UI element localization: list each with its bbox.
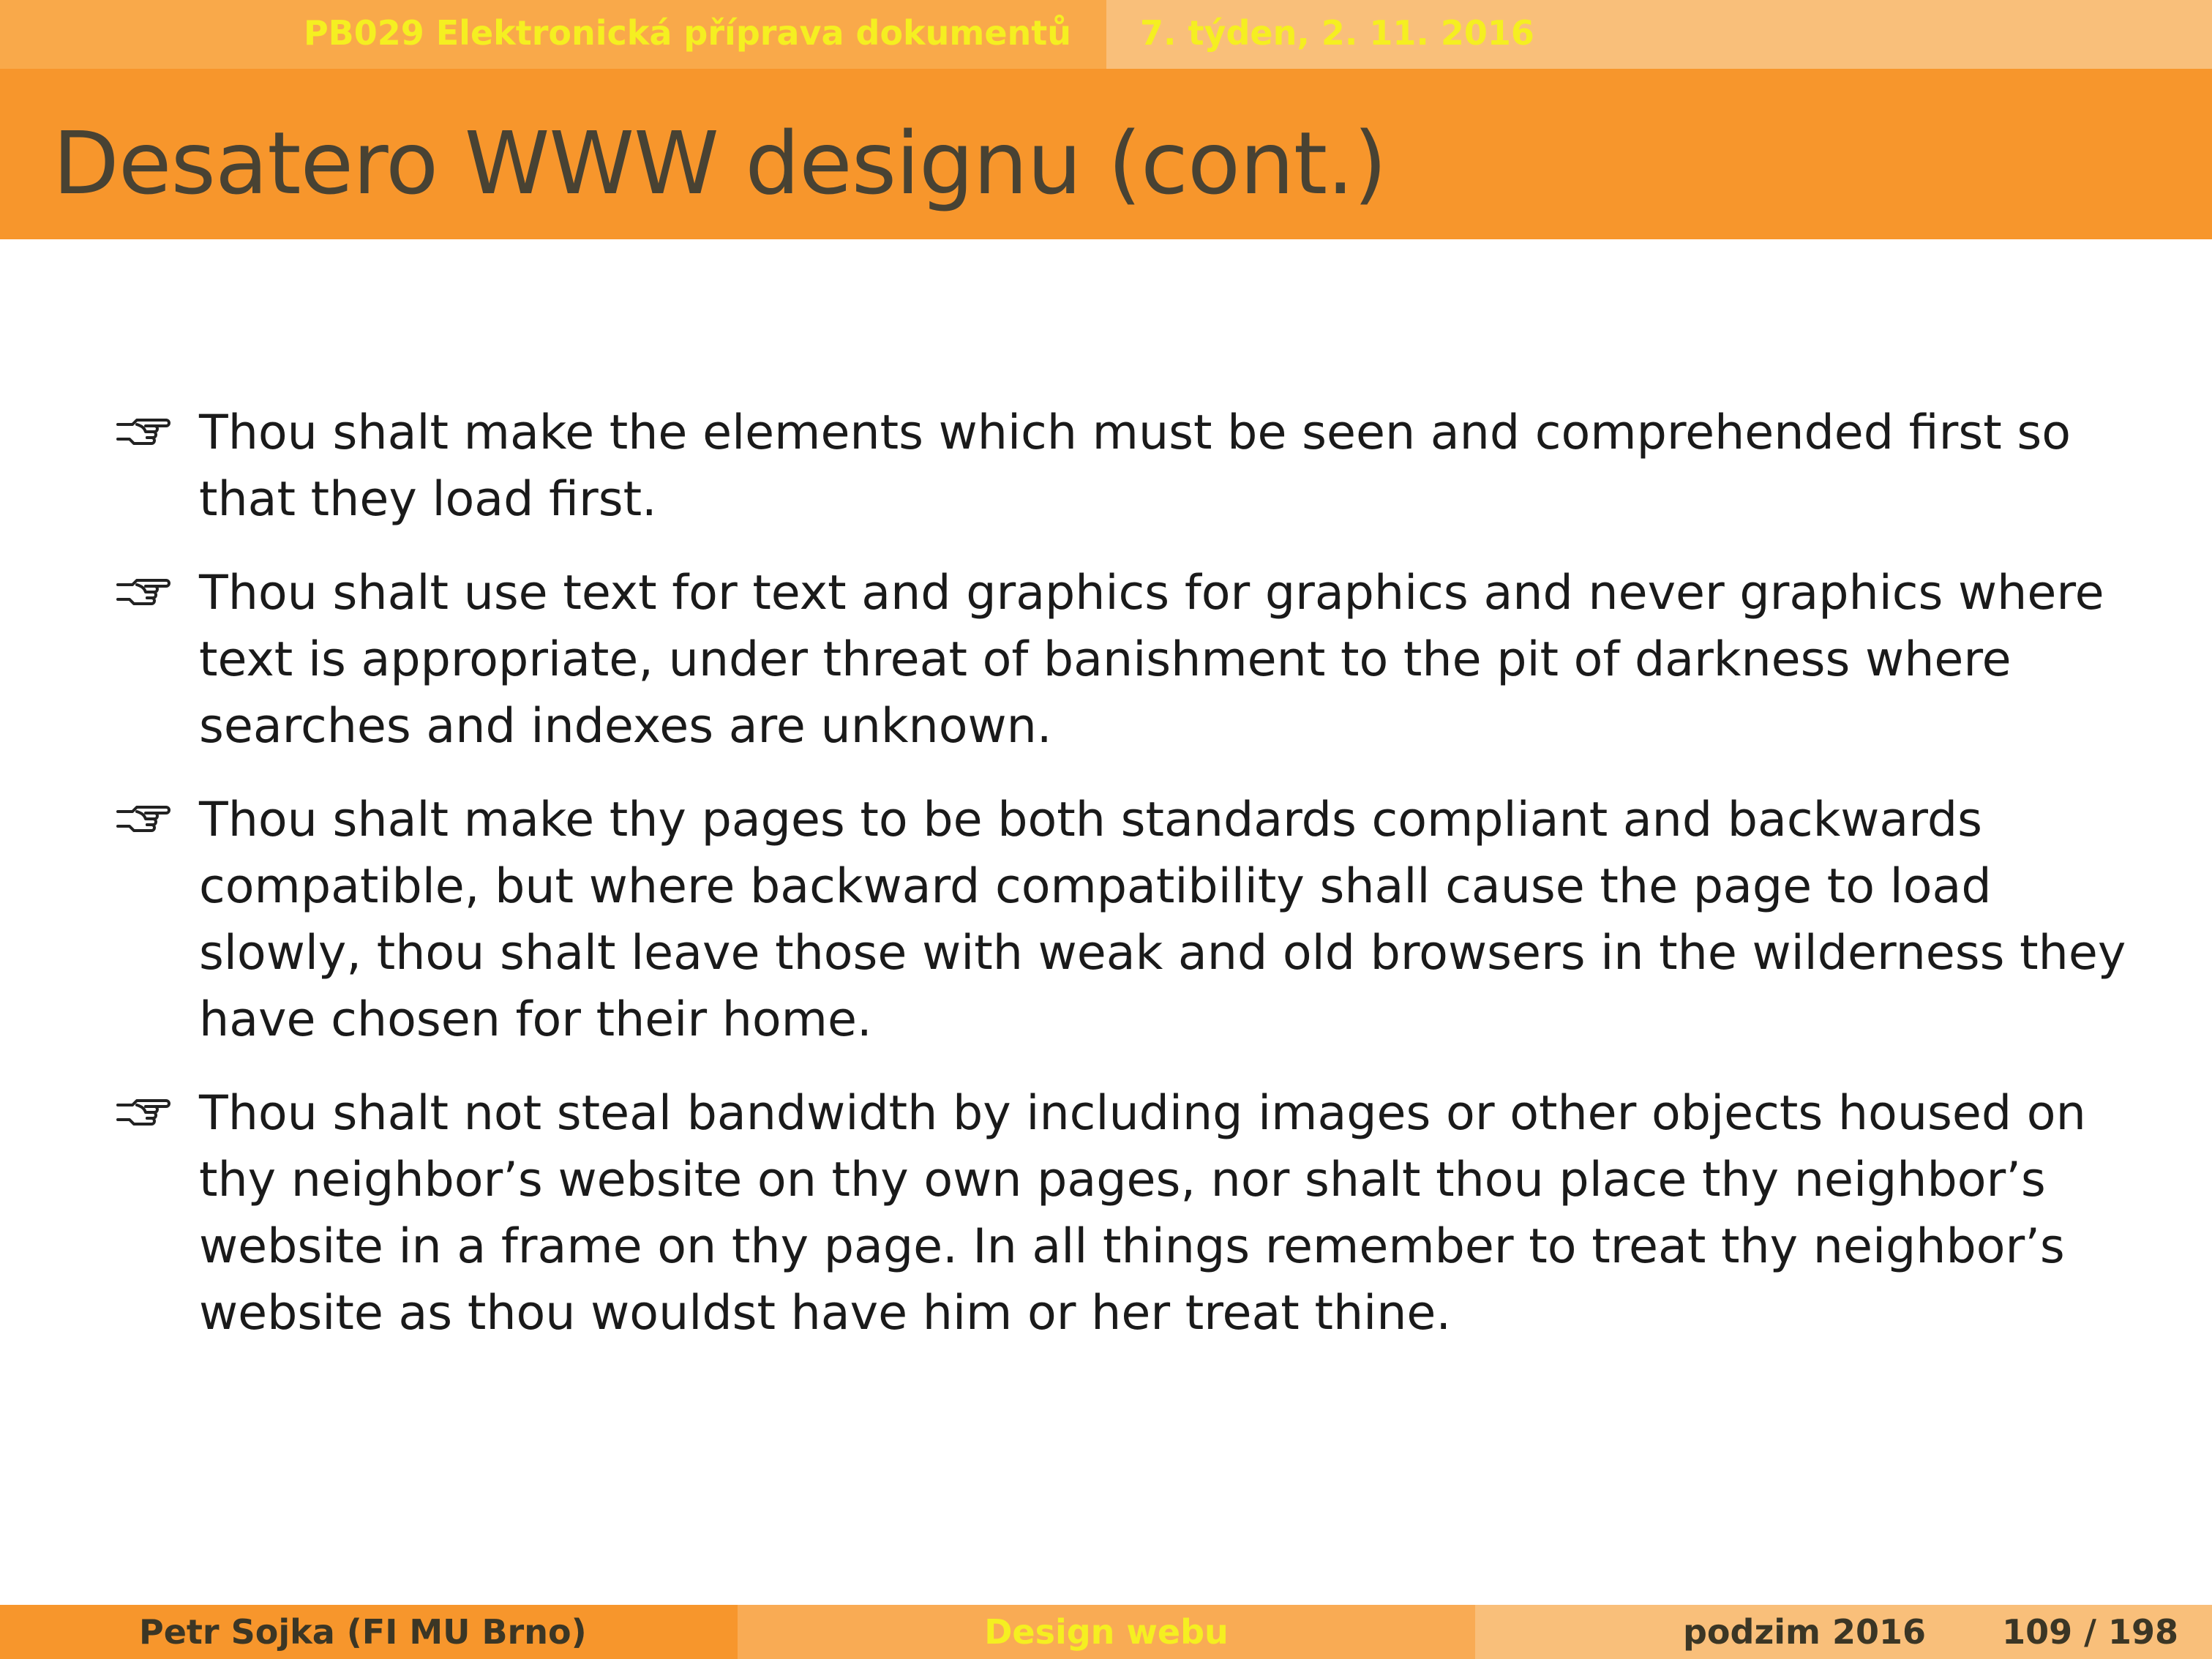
footer: Petr Sojka (FI MU Brno) Design webu podz… — [0, 1605, 2212, 1659]
list-item-text: Thou shalt use text for text and graphic… — [199, 566, 2104, 754]
bullet-list: Thou shalt make the elements which must … — [113, 400, 2148, 1374]
footer-section-block: Design webu — [738, 1605, 1475, 1659]
slide: PB029 Elektronická příprava dokumentů 7.… — [0, 0, 2212, 1659]
date-link[interactable]: 7. týden, 2. 11. 2016 — [1140, 0, 1534, 69]
pointing-hand-icon — [113, 400, 172, 466]
author-link[interactable]: Petr Sojka (FI MU Brno) — [139, 1605, 587, 1659]
pointing-hand-icon — [113, 787, 172, 853]
page-counter[interactable]: 109 / 198 — [2002, 1605, 2178, 1659]
pointing-hand-icon — [113, 1080, 172, 1147]
pointing-hand-icon — [113, 560, 172, 626]
header-strip: PB029 Elektronická příprava dokumentů 7.… — [0, 0, 2212, 69]
course-link[interactable]: PB029 Elektronická příprava dokumentů — [304, 0, 1071, 69]
list-item-text: Thou shalt make the elements which must … — [199, 405, 2071, 527]
footer-author-section: Petr Sojka (FI MU Brno) — [0, 1605, 738, 1659]
list-item: Thou shalt not steal bandwidth by includ… — [113, 1080, 2148, 1347]
list-item: Thou shalt use text for text and graphic… — [113, 560, 2148, 760]
title-bar: Desatero WWW designu (cont.) — [0, 69, 2212, 239]
term-label: podzim 2016 — [1683, 1612, 1926, 1652]
list-item-text: Thou shalt not steal bandwidth by includ… — [199, 1086, 2086, 1341]
list-item: Thou shalt make thy pages to be both sta… — [113, 787, 2148, 1053]
list-item: Thou shalt make the elements which must … — [113, 400, 2148, 533]
list-item-text: Thou shalt make thy pages to be both sta… — [199, 793, 2126, 1047]
slide-title: Desatero WWW designu (cont.) — [53, 113, 1387, 214]
header-course-section: PB029 Elektronická příprava dokumentů — [0, 0, 1106, 69]
section-link[interactable]: Design webu — [738, 1605, 1475, 1659]
